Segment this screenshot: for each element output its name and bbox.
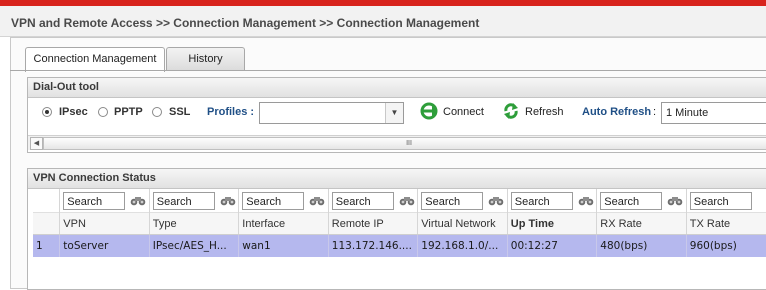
- row-index: 1: [33, 234, 61, 257]
- horizontal-scrollbar[interactable]: ◀ III: [28, 135, 766, 150]
- dial-out-title: Dial-Out tool: [28, 78, 766, 98]
- radio-ssl-label: SSL: [169, 106, 191, 118]
- auto-refresh-select[interactable]: 1 Minute: [661, 102, 766, 124]
- search-row: Search Search Search Search Search Searc…: [33, 189, 766, 213]
- refresh-icon[interactable]: [502, 102, 520, 120]
- vpn-status-grid: Search Search Search Search Search Searc…: [33, 189, 766, 257]
- row-up-time: 00:12:27: [507, 234, 598, 257]
- column-header-type[interactable]: Type: [149, 212, 240, 235]
- binoculars-icon[interactable]: [488, 195, 504, 207]
- connect-icon[interactable]: [420, 102, 438, 120]
- row-type: IPsec/AES_H...: [149, 234, 240, 257]
- search-input-remote-ip[interactable]: Search: [331, 191, 394, 210]
- search-cell-blank: [33, 189, 61, 213]
- radio-ssl[interactable]: [152, 107, 162, 117]
- column-header-virtual-network[interactable]: Virtual Network: [417, 212, 508, 235]
- radio-ipsec-label: IPsec: [59, 106, 88, 118]
- radio-pptp[interactable]: [98, 107, 108, 117]
- radio-pptp-label: PPTP: [114, 106, 143, 118]
- row-interface: wan1: [238, 234, 329, 257]
- search-input-rx-rate[interactable]: Search: [600, 191, 663, 210]
- search-input-vpn[interactable]: Search: [63, 191, 126, 210]
- scroll-thumb[interactable]: III: [43, 137, 766, 150]
- column-header-remote-ip[interactable]: Remote IP: [328, 212, 419, 235]
- column-header-up-time[interactable]: Up Time: [507, 212, 598, 235]
- binoculars-icon[interactable]: [399, 195, 415, 207]
- refresh-button[interactable]: Refresh: [525, 106, 564, 118]
- connect-button[interactable]: Connect: [443, 106, 484, 118]
- column-header-rx-rate[interactable]: RX Rate: [596, 212, 687, 235]
- profiles-label: Profiles :: [207, 106, 255, 118]
- binoculars-icon[interactable]: [309, 195, 325, 207]
- binoculars-icon[interactable]: [220, 195, 236, 207]
- tab-history[interactable]: History: [166, 47, 245, 70]
- vpn-status-panel: VPN Connection Status Search Search Sear…: [27, 168, 766, 290]
- row-virtual-network: 192.168.1.0/...: [417, 234, 508, 257]
- search-input-tx-rate[interactable]: Search: [689, 191, 752, 210]
- search-input-type[interactable]: Search: [152, 191, 215, 210]
- search-input-interface[interactable]: Search: [242, 191, 305, 210]
- profiles-select[interactable]: ▼: [259, 102, 404, 124]
- chevron-down-icon[interactable]: ▼: [385, 103, 403, 123]
- column-header-row: VPN Type Interface Remote IP Virtual Net…: [33, 212, 766, 235]
- auto-refresh-label: Auto Refresh: [582, 106, 652, 118]
- table-row[interactable]: 1 toServer IPsec/AES_H... wan1 113.172.1…: [33, 234, 766, 257]
- vpn-status-title: VPN Connection Status: [28, 169, 766, 189]
- dial-out-panel: Dial-Out tool IPsec PPTP SSL Profiles : …: [27, 77, 766, 153]
- binoculars-icon[interactable]: [130, 195, 146, 207]
- row-tx-rate: 960(bps): [686, 234, 766, 257]
- tab-underline: [10, 70, 766, 71]
- row-rx-rate: 480(bps): [596, 234, 687, 257]
- row-vpn: toServer: [59, 234, 150, 257]
- tab-connection-management[interactable]: Connection Management: [25, 47, 165, 72]
- breadcrumb: VPN and Remote Access >> Connection Mana…: [0, 6, 766, 37]
- dial-out-toolbar: IPsec PPTP SSL Profiles : ▼ Connect Refr…: [28, 98, 766, 128]
- column-header-tx-rate[interactable]: TX Rate: [686, 212, 766, 235]
- column-header-index: [33, 212, 61, 235]
- binoculars-icon[interactable]: [578, 195, 594, 207]
- search-input-virtual-network[interactable]: Search: [421, 191, 484, 210]
- scroll-left-icon[interactable]: ◀: [30, 137, 43, 150]
- search-input-up-time[interactable]: Search: [510, 191, 573, 210]
- column-header-interface[interactable]: Interface: [238, 212, 329, 235]
- radio-ipsec[interactable]: [42, 107, 52, 117]
- auto-refresh-separator: :: [653, 106, 657, 118]
- binoculars-icon[interactable]: [667, 195, 683, 207]
- row-remote-ip: 113.172.146....: [328, 234, 419, 257]
- column-header-vpn[interactable]: VPN: [59, 212, 150, 235]
